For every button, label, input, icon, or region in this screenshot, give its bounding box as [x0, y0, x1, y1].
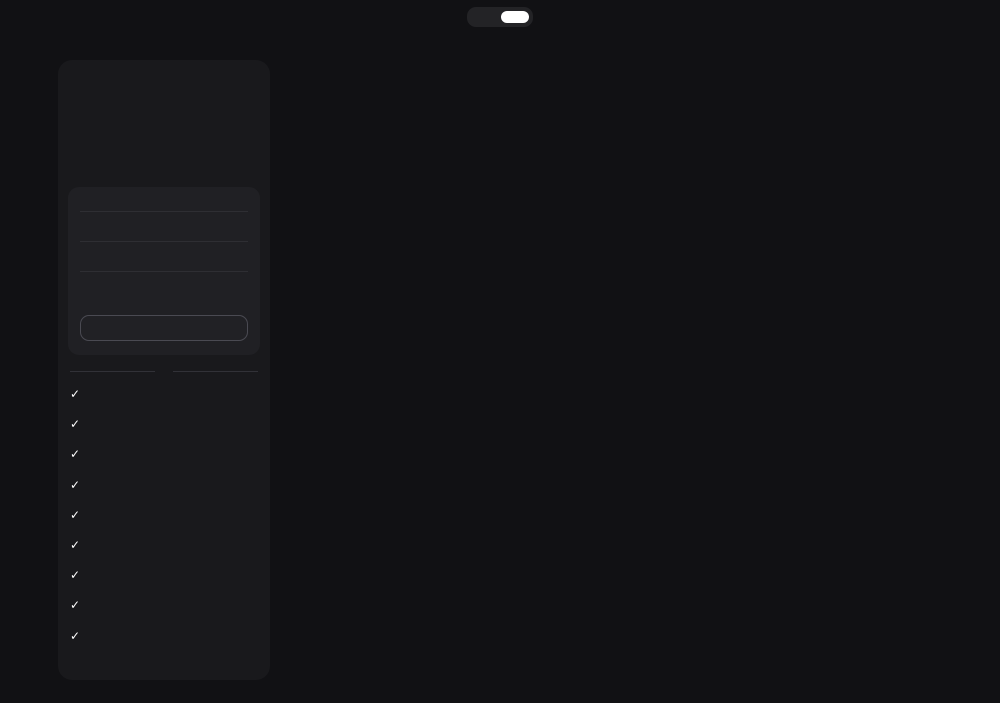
billing-monthly-option[interactable] — [471, 11, 499, 23]
feature-item: ✓ — [70, 386, 258, 402]
feature-item: ✓ — [70, 477, 258, 493]
feature-item: ✓ — [70, 537, 258, 553]
feature-item: ✓ — [70, 507, 258, 523]
feature-item: ✓ — [70, 567, 258, 583]
features-rule-right — [173, 371, 258, 372]
feature-item: ✓ — [70, 416, 258, 432]
spec-row — [80, 271, 248, 301]
check-icon: ✓ — [70, 568, 81, 583]
feature-item: ✓ — [70, 597, 258, 613]
card-header — [58, 60, 270, 165]
check-icon: ✓ — [70, 598, 81, 613]
spec-row — [80, 241, 248, 271]
plan-specs-panel — [68, 187, 260, 355]
features-list: ✓ ✓ ✓ ✓ ✓ ✓ ✓ ✓ ✓ — [58, 371, 270, 680]
check-icon: ✓ — [70, 628, 81, 643]
check-icon: ✓ — [70, 477, 81, 492]
check-icon: ✓ — [70, 537, 81, 552]
features-header — [70, 371, 258, 372]
plan-cta-button[interactable] — [80, 315, 248, 341]
spec-row — [80, 211, 248, 241]
pricing-cards-grid: ✓ ✓ ✓ ✓ ✓ ✓ ✓ ✓ ✓ — [0, 60, 1000, 680]
feature-item: ✓ — [70, 628, 258, 644]
features-rule-left — [70, 371, 155, 372]
pricing-card: ✓ ✓ ✓ ✓ ✓ ✓ ✓ ✓ ✓ — [58, 60, 270, 680]
billing-period-toggle[interactable] — [467, 7, 533, 27]
check-icon: ✓ — [70, 387, 81, 401]
check-icon: ✓ — [70, 447, 81, 462]
check-icon: ✓ — [70, 417, 81, 432]
check-icon: ✓ — [70, 507, 81, 522]
billing-toggle-area — [0, 0, 1000, 39]
billing-yearly-option[interactable] — [501, 11, 529, 23]
feature-item: ✓ — [70, 446, 258, 462]
price-row — [70, 109, 258, 155]
